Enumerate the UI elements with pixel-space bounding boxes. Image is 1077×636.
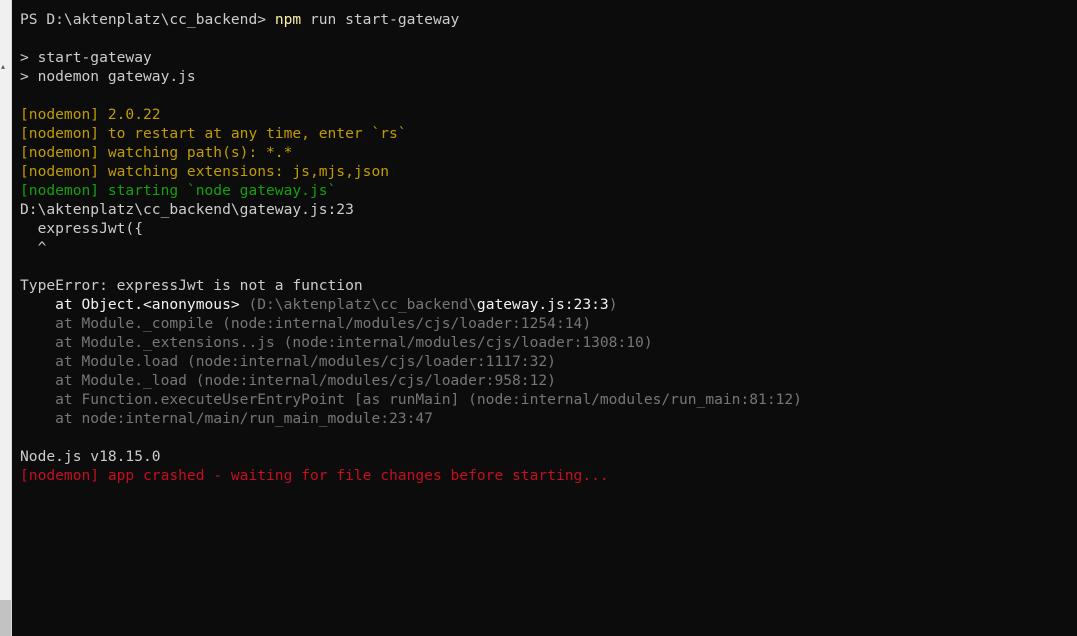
stack-frame-line: at Module._compile (node:internal/module… — [20, 315, 592, 332]
scroll-up-arrow-icon[interactable]: ▴ — [1, 63, 5, 71]
command-name: npm — [274, 11, 302, 28]
nodemon-starting-line: [nodemon] starting `node gateway.js` — [20, 182, 337, 199]
stack-frame-file: gateway.js:23:3 — [476, 296, 609, 313]
shell-prompt: PS D:\aktenplatz\cc_backend> — [20, 11, 275, 28]
stack-frame-line: at Module._load (node:internal/modules/c… — [20, 372, 556, 389]
stack-frame-path: (D:\aktenplatz\cc_backend\ — [248, 296, 477, 313]
prompt-line: PS D:\aktenplatz\cc_backend> npm run sta… — [20, 10, 459, 29]
error-caret-line: ^ — [20, 239, 47, 256]
npm-script-line: > start-gateway — [20, 49, 152, 66]
node-version-line: Node.js v18.15.0 — [20, 448, 161, 465]
left-scroll-strip[interactable]: ▴ — [0, 0, 12, 636]
command-args: run start-gateway — [301, 11, 460, 28]
stack-frame-first: at Object.<anonymous> (D:\aktenplatz\cc_… — [20, 295, 618, 314]
nodemon-version-line: [nodemon] 2.0.22 — [20, 106, 161, 123]
stack-frame-line: at node:internal/main/run_main_module:23… — [20, 410, 433, 427]
npm-script-command: > nodemon gateway.js — [20, 68, 196, 85]
nodemon-watch-paths-line: [nodemon] watching path(s): *.* — [20, 144, 293, 161]
nodemon-watch-extensions-line: [nodemon] watching extensions: js,mjs,js… — [20, 163, 390, 180]
stack-frame-line: at Function.executeUserEntryPoint [as ru… — [20, 391, 802, 408]
error-location-line: D:\aktenplatz\cc_backend\gateway.js:23 — [20, 201, 354, 218]
stack-frame-close: ) — [608, 296, 618, 313]
stack-frame-line: at Module._extensions..js (node:internal… — [20, 334, 653, 351]
nodemon-crash-line: [nodemon] app crashed - waiting for file… — [20, 467, 609, 484]
error-source-line: expressJwt({ — [20, 220, 144, 237]
stack-frame-caller: at Object.<anonymous> — [20, 296, 249, 313]
terminal-output[interactable]: PS D:\aktenplatz\cc_backend> npm run sta… — [12, 0, 1077, 636]
nodemon-restart-hint-line: [nodemon] to restart at any time, enter … — [20, 125, 407, 142]
stack-frame-line: at Module.load (node:internal/modules/cj… — [20, 353, 556, 370]
scrollbar-thumb[interactable] — [0, 600, 11, 636]
error-message-line: TypeError: expressJwt is not a function — [20, 277, 363, 294]
